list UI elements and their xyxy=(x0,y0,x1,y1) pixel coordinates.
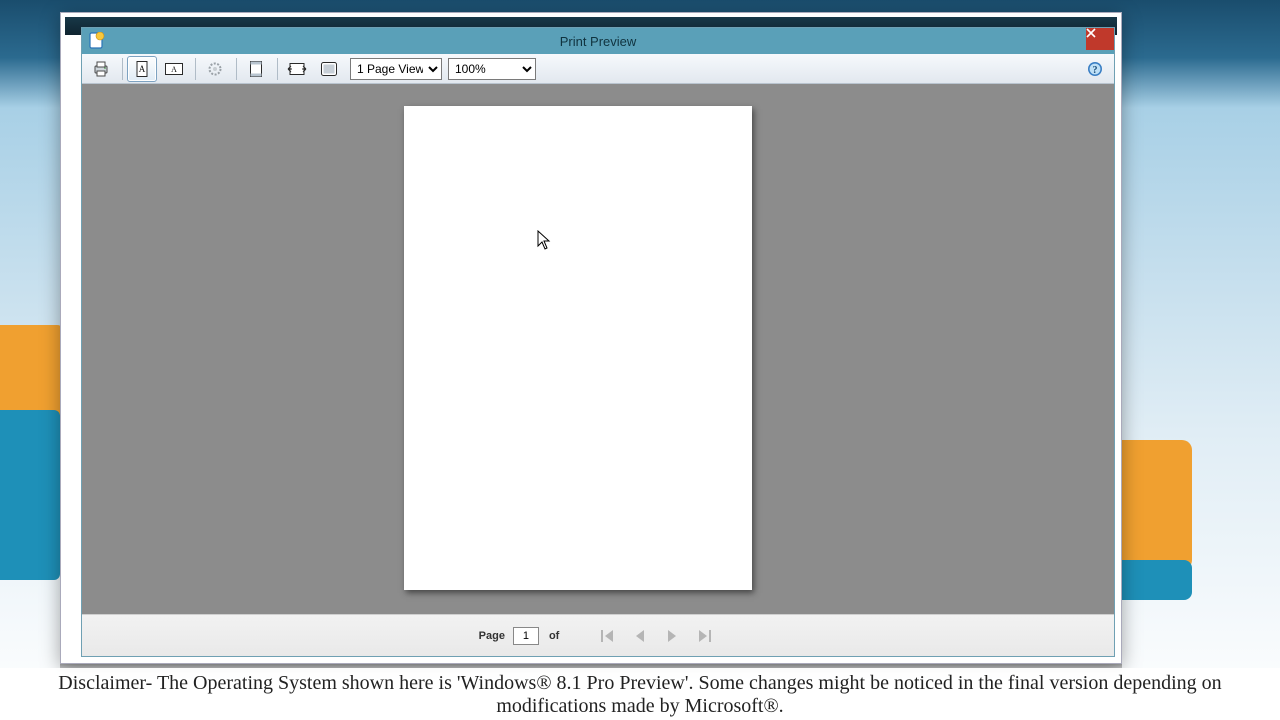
separator xyxy=(122,58,123,80)
window-title: Print Preview xyxy=(82,34,1114,49)
next-page-button[interactable] xyxy=(660,624,684,648)
of-label: of xyxy=(549,630,559,642)
separator xyxy=(236,58,237,80)
separator xyxy=(195,58,196,80)
landscape-button[interactable]: A xyxy=(159,56,189,82)
first-page-button[interactable] xyxy=(596,624,620,648)
parent-window: Print Preview xyxy=(60,12,1122,664)
svg-text:A: A xyxy=(171,65,177,74)
page-nav: Page of xyxy=(82,614,1114,656)
first-page-icon xyxy=(599,627,617,645)
page-label: Page xyxy=(479,630,505,642)
page-view-select[interactable]: 1 Page View xyxy=(350,58,442,80)
print-button[interactable] xyxy=(86,56,116,82)
printer-icon xyxy=(92,60,110,78)
gear-icon xyxy=(207,61,223,77)
headers-footers-icon xyxy=(248,60,264,78)
full-page-icon xyxy=(320,61,338,77)
close-icon xyxy=(1086,28,1114,38)
print-preview-window: Print Preview xyxy=(81,27,1115,657)
page-preview xyxy=(404,106,752,590)
page-number-input[interactable] xyxy=(513,627,539,645)
app-icon xyxy=(88,32,106,50)
help-button[interactable]: ? xyxy=(1084,58,1106,80)
page-setup-button[interactable] xyxy=(200,56,230,82)
toolbar: A A xyxy=(82,54,1114,84)
headers-footers-button[interactable] xyxy=(241,56,271,82)
landscape-icon: A xyxy=(164,61,184,77)
portrait-icon: A xyxy=(134,60,150,78)
close-button[interactable] xyxy=(1086,28,1114,50)
fit-width-icon xyxy=(287,61,307,77)
full-width-button[interactable] xyxy=(314,56,344,82)
preview-area[interactable] xyxy=(82,84,1114,614)
portrait-button[interactable]: A xyxy=(127,56,157,82)
shrink-to-fit-button[interactable] xyxy=(282,56,312,82)
last-page-icon xyxy=(695,627,713,645)
svg-text:?: ? xyxy=(1093,65,1098,76)
svg-text:A: A xyxy=(139,64,146,74)
disclaimer-text: Disclaimer- The Operating System shown h… xyxy=(0,668,1280,720)
help-icon: ? xyxy=(1087,61,1103,77)
bg-shape xyxy=(0,410,60,580)
last-page-button[interactable] xyxy=(692,624,716,648)
prev-page-icon xyxy=(631,627,649,645)
prev-page-button[interactable] xyxy=(628,624,652,648)
zoom-select[interactable]: 100% xyxy=(448,58,536,80)
separator xyxy=(277,58,278,80)
next-page-icon xyxy=(663,627,681,645)
titlebar[interactable]: Print Preview xyxy=(82,28,1114,54)
